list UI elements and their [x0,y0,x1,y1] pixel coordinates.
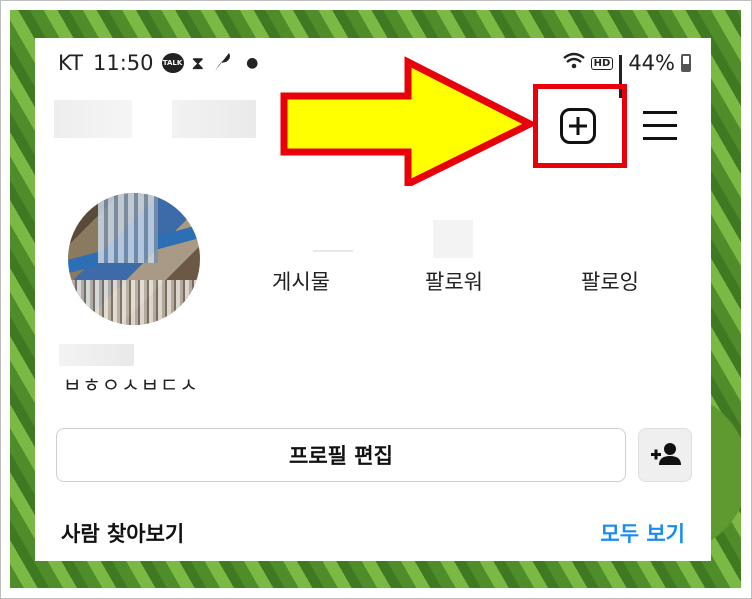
hamburger-menu-icon[interactable] [643,108,677,142]
battery-percent: 44% [628,51,675,75]
following-label[interactable]: 팔로잉 [581,266,639,296]
discover-people-title: 사람 찾아보기 [61,522,185,546]
carrier-label: KT [58,51,83,75]
edit-profile-button[interactable]: 프로필 편집 [56,428,626,482]
profile-avatar[interactable] [68,193,200,325]
discover-people-button[interactable] [638,428,692,482]
clock: 11:50 [92,51,154,75]
see-all-link[interactable]: 모두 보기 [600,518,685,548]
battery-icon [681,54,691,72]
follower-count-redacted [433,220,473,258]
bio-text: ㅂㅎㅇㅅㅂㄷㅅ [63,378,199,396]
hourglass-icon: ⧗ [191,52,205,74]
kakaotalk-icon: TALK [161,53,184,73]
hd-badge: HD [590,56,614,70]
display-name-redacted [59,344,134,366]
more-notifications-dot: ● [246,55,259,71]
status-bar-right: HD 44% [557,50,691,98]
followers-label[interactable]: 팔로워 [425,266,483,296]
pointer-arrow-annotation [280,56,538,186]
username-redacted [54,100,132,138]
new-post-plus-icon[interactable] [560,108,596,144]
posts-label[interactable]: 게시물 [272,266,330,296]
username-redacted-2 [172,100,256,138]
phone-screen: KT 11:50 TALK ⧗ ● HD 44% 게시물 팔로워 팔로잉 ㅂㅎㅇ… [35,38,711,561]
signal-icon [619,55,623,98]
post-count-redacted [313,250,353,252]
add-person-icon [651,443,681,465]
wifi-icon [562,51,585,75]
feather-icon [212,50,232,77]
status-bar-left: KT 11:50 TALK ⧗ ● [58,50,258,76]
